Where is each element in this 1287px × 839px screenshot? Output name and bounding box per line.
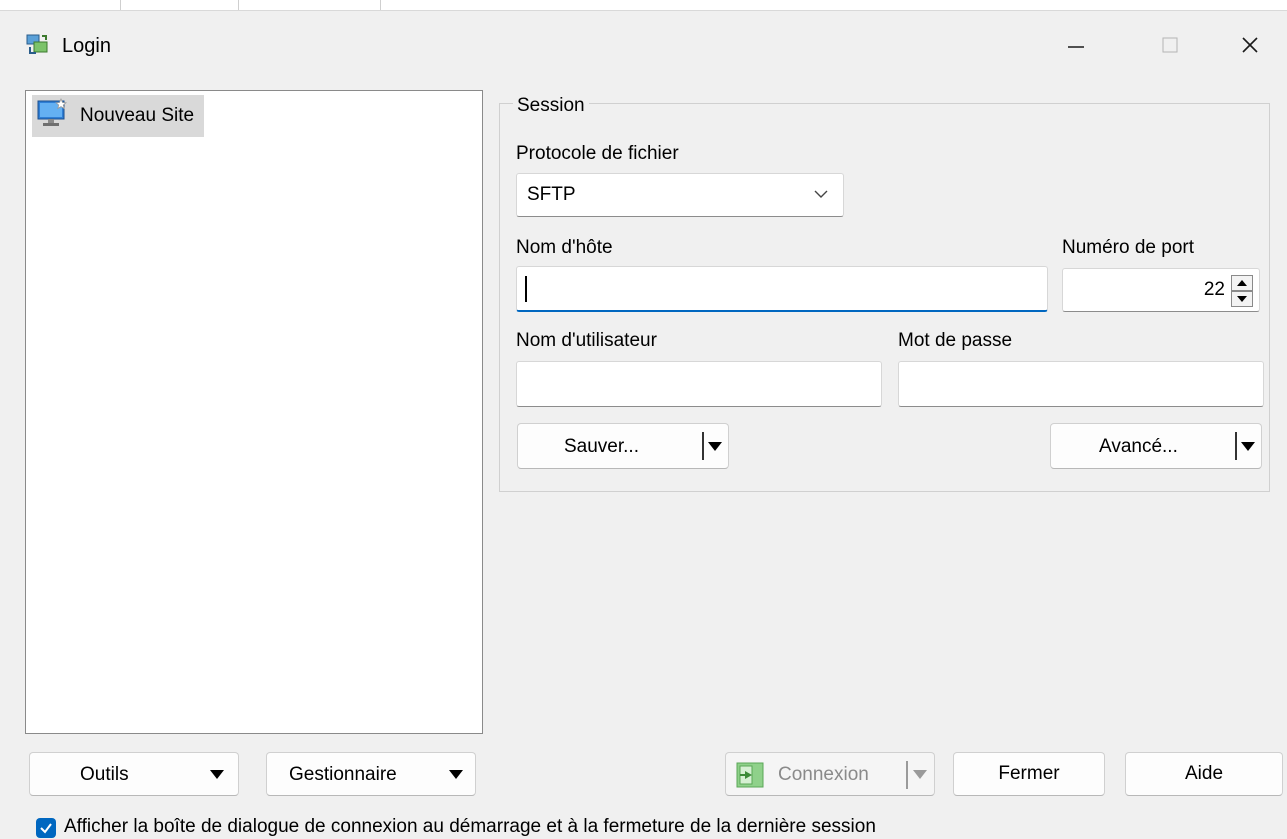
save-button[interactable]: Sauver... <box>517 423 729 469</box>
close-icon <box>1242 37 1258 53</box>
protocol-value: SFTP <box>527 184 576 205</box>
protocol-select[interactable]: SFTP <box>516 173 844 217</box>
window-title: Login <box>62 35 111 57</box>
minimize-button[interactable] <box>1046 25 1106 65</box>
split-separator <box>1235 432 1237 460</box>
protocol-label: Protocole de fichier <box>516 143 679 164</box>
advanced-button[interactable]: Avancé... <box>1050 423 1262 469</box>
startup-checkbox-label: Afficher la boîte de dialogue de connexi… <box>64 816 876 837</box>
save-dropdown-arrow-icon[interactable] <box>708 442 722 451</box>
username-input[interactable] <box>516 361 882 407</box>
tools-dropdown-arrow-icon <box>210 770 224 779</box>
connect-button-label: Connexion <box>778 764 869 785</box>
tree-item-label: Nouveau Site <box>80 105 195 126</box>
hostname-label: Nom d'hôte <box>516 237 613 258</box>
hostname-input[interactable] <box>516 266 1048 312</box>
title-bar: Login <box>0 11 1287 79</box>
maximize-button[interactable] <box>1140 25 1200 65</box>
chevron-down-icon <box>813 186 829 208</box>
port-spinner[interactable] <box>1231 275 1253 307</box>
login-app-icon <box>26 33 50 57</box>
checkmark-icon <box>40 823 52 834</box>
help-button[interactable]: Aide <box>1125 752 1283 796</box>
advanced-button-label: Avancé... <box>1099 436 1178 457</box>
startup-checkbox[interactable] <box>36 818 56 838</box>
manager-button-label: Gestionnaire <box>289 764 397 785</box>
tools-button-label: Outils <box>80 764 129 785</box>
save-button-label: Sauver... <box>564 436 639 457</box>
background-app-strip <box>0 0 1287 11</box>
tools-button[interactable]: Outils <box>29 752 239 796</box>
connect-button[interactable]: Connexion <box>725 752 935 796</box>
manager-button[interactable]: Gestionnaire <box>266 752 476 796</box>
password-label: Mot de passe <box>898 330 1013 351</box>
port-value: 22 <box>1203 279 1225 300</box>
minimize-icon <box>1068 46 1084 48</box>
advanced-dropdown-arrow-icon[interactable] <box>1241 442 1255 451</box>
new-site-computer-icon <box>36 97 68 134</box>
site-tree[interactable]: Nouveau Site <box>25 90 483 734</box>
maximize-icon <box>1162 37 1178 53</box>
username-label: Nom d'utilisateur <box>516 330 657 351</box>
port-label: Numéro de port <box>1062 237 1195 258</box>
manager-dropdown-arrow-icon <box>449 770 463 779</box>
split-separator <box>906 761 908 789</box>
connect-dropdown-arrow-icon[interactable] <box>913 770 927 779</box>
session-group-label: Session <box>513 94 589 118</box>
password-input[interactable] <box>898 361 1264 407</box>
text-caret <box>525 276 527 302</box>
connect-icon <box>736 762 764 794</box>
split-separator <box>702 432 704 460</box>
port-input[interactable]: 22 <box>1062 268 1260 312</box>
close-button[interactable] <box>1220 25 1280 65</box>
tree-item-new-site[interactable]: Nouveau Site <box>32 95 205 137</box>
close-dialog-button[interactable]: Fermer <box>953 752 1105 796</box>
